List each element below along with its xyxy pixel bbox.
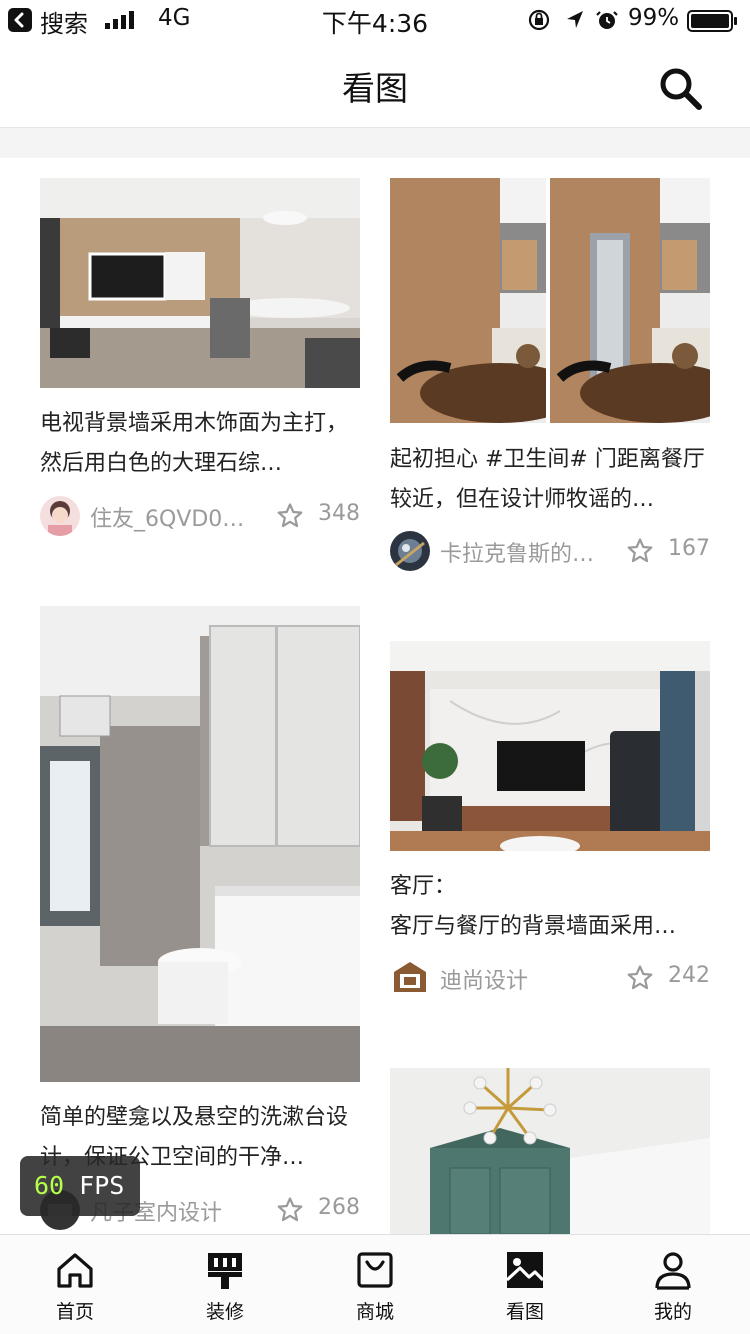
like-count: 242	[668, 963, 710, 988]
card-description[interactable]: 起初担心 #卫生间# 门距离餐厅较近，但在设计师牧谣的…	[390, 440, 710, 520]
card-photo[interactable]	[390, 641, 710, 851]
alarm-icon	[596, 11, 618, 29]
tab-label: 我的	[653, 1301, 692, 1323]
feed-card[interactable]: 起初担心 #卫生间# 门距离餐厅较近，但在设计师牧谣的… 卡拉克鲁斯的… 167	[390, 178, 710, 594]
location-icon	[567, 11, 583, 28]
feed-card[interactable]: 电视背景墙采用木饰面为主打，然后用白色的大理石综… 住友_6QVD0… 348	[40, 178, 360, 558]
feed-card[interactable]: 客厅： 客厅与餐厅的背景墙面采用… 迪尚设计 242	[390, 641, 710, 1011]
author-name[interactable]: 卡拉克鲁斯的…	[440, 536, 615, 568]
star-icon[interactable]	[276, 1196, 304, 1224]
card-meta: 住友_6QVD0… 348	[40, 496, 360, 538]
card-photo[interactable]	[390, 178, 710, 423]
avatar[interactable]	[40, 496, 80, 536]
card-photo[interactable]	[40, 178, 360, 388]
tab-shop[interactable]: 商城	[320, 1235, 430, 1334]
picture-icon	[505, 1252, 545, 1288]
fps-counter: 60 FPS	[20, 1156, 140, 1216]
avatar[interactable]	[390, 531, 430, 571]
like-count: 167	[668, 536, 710, 561]
author-name[interactable]: 住友_6QVD0…	[90, 501, 265, 533]
battery-percent: 99%	[628, 5, 680, 31]
tab-label: 商城	[355, 1301, 394, 1323]
search-icon[interactable]	[656, 64, 704, 112]
nav-bar: 看图	[0, 42, 750, 128]
brush-icon	[208, 1253, 242, 1289]
avatar[interactable]	[390, 958, 430, 998]
tab-gallery[interactable]: 看图	[470, 1235, 580, 1334]
page-title: 看图	[342, 69, 408, 108]
card-photo[interactable]	[390, 1068, 710, 1234]
tab-label: 首页	[55, 1301, 94, 1323]
star-icon[interactable]	[276, 502, 304, 530]
tab-label: 装修	[205, 1301, 244, 1323]
card-description[interactable]: 客厅： 客厅与餐厅的背景墙面采用…	[390, 867, 710, 947]
tab-decorate[interactable]: 装修	[170, 1235, 280, 1334]
author-name[interactable]: 迪尚设计	[440, 963, 615, 995]
card-photo[interactable]	[40, 606, 360, 1082]
star-icon[interactable]	[626, 964, 654, 992]
feed-card[interactable]	[390, 1068, 710, 1234]
status-bar: 搜索 4G 下午4:36 99%	[0, 0, 750, 42]
like-count: 348	[318, 501, 360, 526]
card-meta: 迪尚设计 242	[390, 958, 710, 1000]
feed-card[interactable]: 简单的壁龛以及悬空的洗漱台设计，保证公卫空间的干净… 凡子室内设计 268	[40, 606, 360, 1234]
status-icons	[528, 9, 618, 31]
fps-unit: FPS	[79, 1171, 125, 1200]
star-icon[interactable]	[626, 537, 654, 565]
header-divider	[0, 128, 750, 158]
like-count: 268	[318, 1195, 360, 1220]
battery-icon	[687, 10, 737, 32]
home-icon	[57, 1253, 93, 1288]
card-meta: 卡拉克鲁斯的… 167	[390, 531, 710, 573]
fps-value: 60	[34, 1171, 65, 1200]
card-description[interactable]: 电视背景墙采用木饰面为主打，然后用白色的大理石综…	[40, 404, 360, 484]
tab-profile[interactable]: 我的	[618, 1235, 728, 1334]
shopping-bag-icon	[357, 1252, 393, 1288]
tab-bar: 首页 装修 商城 看图 我的	[0, 1234, 750, 1334]
tab-home[interactable]: 首页	[20, 1235, 130, 1334]
tab-label: 看图	[505, 1301, 544, 1323]
user-icon	[655, 1252, 691, 1290]
orientation-lock-icon	[528, 9, 550, 31]
image-feed[interactable]: 电视背景墙采用木饰面为主打，然后用白色的大理石综… 住友_6QVD0… 348	[0, 158, 750, 1234]
